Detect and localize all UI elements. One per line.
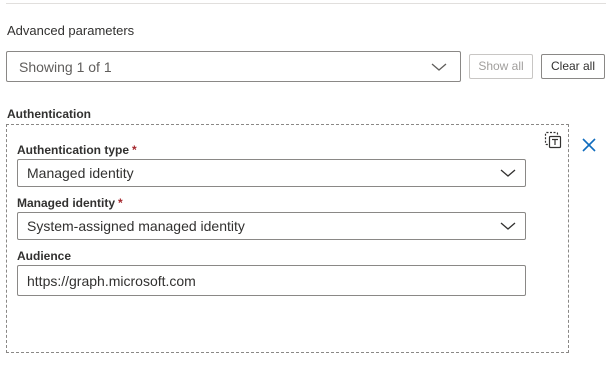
copy-icon[interactable] (543, 130, 563, 150)
clear-all-button[interactable]: Clear all (541, 54, 605, 79)
managed-identity-label-text: Managed identity (17, 196, 116, 210)
parameters-filter-dropdown[interactable]: Showing 1 of 1 (6, 51, 461, 82)
audience-label-text: Audience (17, 249, 72, 263)
top-divider (6, 3, 606, 4)
authentication-type-label-text: Authentication type (17, 143, 130, 157)
managed-identity-dropdown[interactable]: System-assigned managed identity (17, 212, 526, 240)
managed-identity-label: Managed identity * (17, 196, 123, 210)
audience-value: https://graph.microsoft.com (27, 273, 196, 289)
authentication-type-label: Authentication type * (17, 143, 137, 157)
close-icon[interactable] (580, 136, 598, 154)
show-all-button[interactable]: Show all (469, 54, 533, 79)
audience-input[interactable]: https://graph.microsoft.com (17, 265, 526, 296)
chevron-down-icon (500, 169, 516, 177)
authentication-type-value: Managed identity (27, 165, 134, 181)
required-marker: * (132, 143, 137, 157)
audience-label: Audience (17, 249, 71, 263)
authentication-heading: Authentication (7, 107, 91, 121)
managed-identity-value: System-assigned managed identity (27, 218, 245, 234)
required-marker: * (118, 196, 123, 210)
parameters-filter-value: Showing 1 of 1 (19, 59, 112, 75)
chevron-down-icon (431, 63, 447, 71)
advanced-parameters-title: Advanced parameters (7, 23, 135, 38)
chevron-down-icon (500, 222, 516, 230)
authentication-type-dropdown[interactable]: Managed identity (17, 159, 526, 187)
